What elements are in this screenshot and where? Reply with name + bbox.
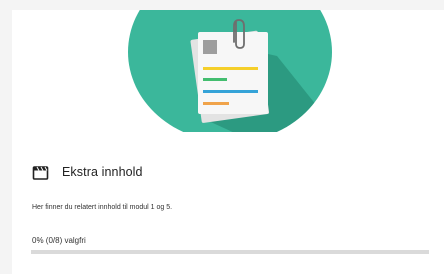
progress-bar xyxy=(31,250,429,254)
module-card[interactable]: Ekstra innhold Her finner du relatert in… xyxy=(12,10,444,274)
module-description: Her finner du relatert innhold til modul… xyxy=(32,204,173,211)
clapperboard-icon xyxy=(32,164,49,181)
module-hero-banner xyxy=(12,10,444,132)
progress-label: 0% (0/8) valgfri xyxy=(32,236,86,245)
documents-illustration-icon xyxy=(128,10,332,132)
module-header[interactable]: Ekstra innhold xyxy=(32,162,143,182)
module-title[interactable]: Ekstra innhold xyxy=(62,165,143,179)
